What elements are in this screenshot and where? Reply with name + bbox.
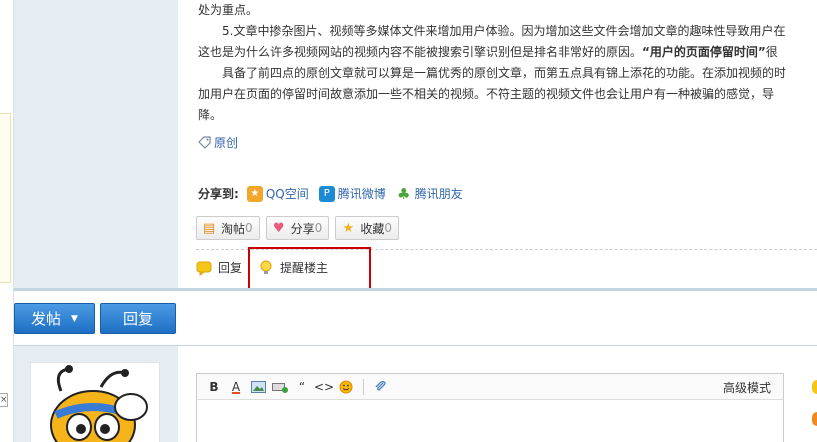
heart-icon: ♥ bbox=[272, 220, 285, 236]
toolbar-separator bbox=[363, 378, 364, 395]
tag-link[interactable]: 原创 bbox=[198, 134, 238, 151]
post-text-line: 降。 bbox=[198, 108, 223, 122]
share-label: 分享到: bbox=[198, 187, 239, 201]
attachment-icon[interactable] bbox=[370, 377, 392, 397]
reply-label: 回复 bbox=[218, 261, 243, 275]
new-post-button[interactable]: 发帖 ▼ bbox=[14, 303, 95, 334]
emoji-side-icon[interactable] bbox=[812, 412, 817, 426]
action-count: 0 bbox=[314, 221, 323, 235]
post-text-line: 具备了前四点的原创文章就可以算是一篇优秀的原创文章，而第五点具有锦上添花的功能。… bbox=[198, 66, 787, 80]
post-actions: ▤ 淘帖 0 ♥ 分享 0 ★ 收藏 0 bbox=[196, 216, 405, 240]
post-text-line: 处为重点。 bbox=[198, 3, 259, 17]
close-icon[interactable]: × bbox=[0, 393, 8, 407]
bottom-action-bar: 发帖 ▼ 回复 bbox=[14, 291, 817, 345]
tag-icon bbox=[198, 136, 211, 149]
bold-button[interactable]: B bbox=[203, 377, 225, 397]
share-tencent-weibo[interactable]: P 腾讯微博 bbox=[318, 185, 386, 202]
post-text-line: 5.文章中掺杂图片、视频等多媒体文件来增加用户体验。因为增加这些文件会增加文章的… bbox=[198, 24, 786, 38]
share-row: 分享到: ★ QQ空间 P 腾讯微博 ♣ 腾讯朋友 bbox=[198, 184, 473, 203]
taotie-button[interactable]: ▤ 淘帖 0 bbox=[196, 216, 260, 240]
editor-toolbar: B A “ <> 高级模式 bbox=[197, 374, 783, 400]
quote-button[interactable]: “ bbox=[291, 377, 313, 397]
avatar bbox=[30, 362, 160, 442]
new-post-label: 发帖 bbox=[31, 310, 62, 328]
reply-editor[interactable]: B A “ <> 高级模式 bbox=[196, 373, 784, 442]
reply-author-sidebar bbox=[14, 345, 178, 442]
clover-icon: ♣ bbox=[397, 184, 411, 203]
star-icon: ★ bbox=[342, 220, 355, 236]
favorite-button[interactable]: ★ 收藏 0 bbox=[335, 216, 399, 240]
action-count: 0 bbox=[245, 221, 253, 235]
reply-button[interactable]: 回复 bbox=[100, 303, 176, 334]
left-notice-panel bbox=[0, 113, 11, 283]
post-text-segment: 这也是为什么许多视频网站的视频内容不能被搜索引擎识别但是排名非常好的原因。 bbox=[198, 45, 643, 59]
reply-button-label: 回复 bbox=[122, 310, 153, 328]
code-button[interactable]: <> bbox=[313, 377, 335, 397]
share-item-label: QQ空间 bbox=[265, 187, 309, 201]
tray-icon: ▤ bbox=[202, 220, 216, 236]
chevron-down-icon: ▼ bbox=[71, 313, 78, 324]
bee-mascot-icon bbox=[50, 365, 148, 442]
reply-link[interactable]: 回复 bbox=[196, 259, 242, 276]
tag-label: 原创 bbox=[214, 136, 239, 150]
emoji-icon[interactable] bbox=[335, 377, 357, 397]
action-count: 0 bbox=[384, 221, 392, 235]
qzone-icon: ★ bbox=[246, 185, 263, 202]
post-content: 处为重点。 5.文章中掺杂图片、视频等多媒体文件来增加用户体验。因为增加这些文件… bbox=[178, 0, 817, 288]
highlight-annotation bbox=[248, 247, 371, 293]
speech-bubble-icon bbox=[196, 261, 212, 276]
action-label: 收藏 bbox=[360, 221, 385, 236]
advanced-mode-link[interactable]: 高级模式 bbox=[723, 379, 771, 396]
share-item-label: 腾讯微博 bbox=[337, 187, 386, 201]
action-label: 分享 bbox=[290, 221, 315, 236]
image-icon[interactable] bbox=[247, 377, 269, 397]
post-text-line: 加用户在页面的停留时间故意添加一些不相关的视频。不符主题的视频文件也会让用户有一… bbox=[198, 87, 775, 101]
share-item-label: 腾讯朋友 bbox=[414, 187, 463, 201]
share-tencent-friends[interactable]: ♣ 腾讯朋友 bbox=[396, 184, 463, 203]
tencent-weibo-icon: P bbox=[318, 185, 335, 202]
share-button[interactable]: ♥ 分享 0 bbox=[265, 216, 330, 240]
reply-editor-area: B A “ <> 高级模式 bbox=[178, 345, 817, 442]
action-label: 淘帖 bbox=[221, 221, 246, 236]
smiley-icon[interactable] bbox=[812, 380, 817, 394]
post-text-segment: 很 bbox=[765, 45, 778, 59]
font-color-button[interactable]: A bbox=[225, 377, 247, 397]
share-qzone[interactable]: ★ QQ空间 bbox=[246, 185, 309, 202]
post-text-line: 这也是为什么许多视频网站的视频内容不能被搜索引擎识别但是排名非常好的原因。“用户… bbox=[198, 42, 817, 63]
post-text-bold: “用户的页面停留时间” bbox=[642, 45, 766, 59]
table-icon[interactable] bbox=[269, 377, 291, 397]
author-sidebar bbox=[14, 0, 178, 288]
